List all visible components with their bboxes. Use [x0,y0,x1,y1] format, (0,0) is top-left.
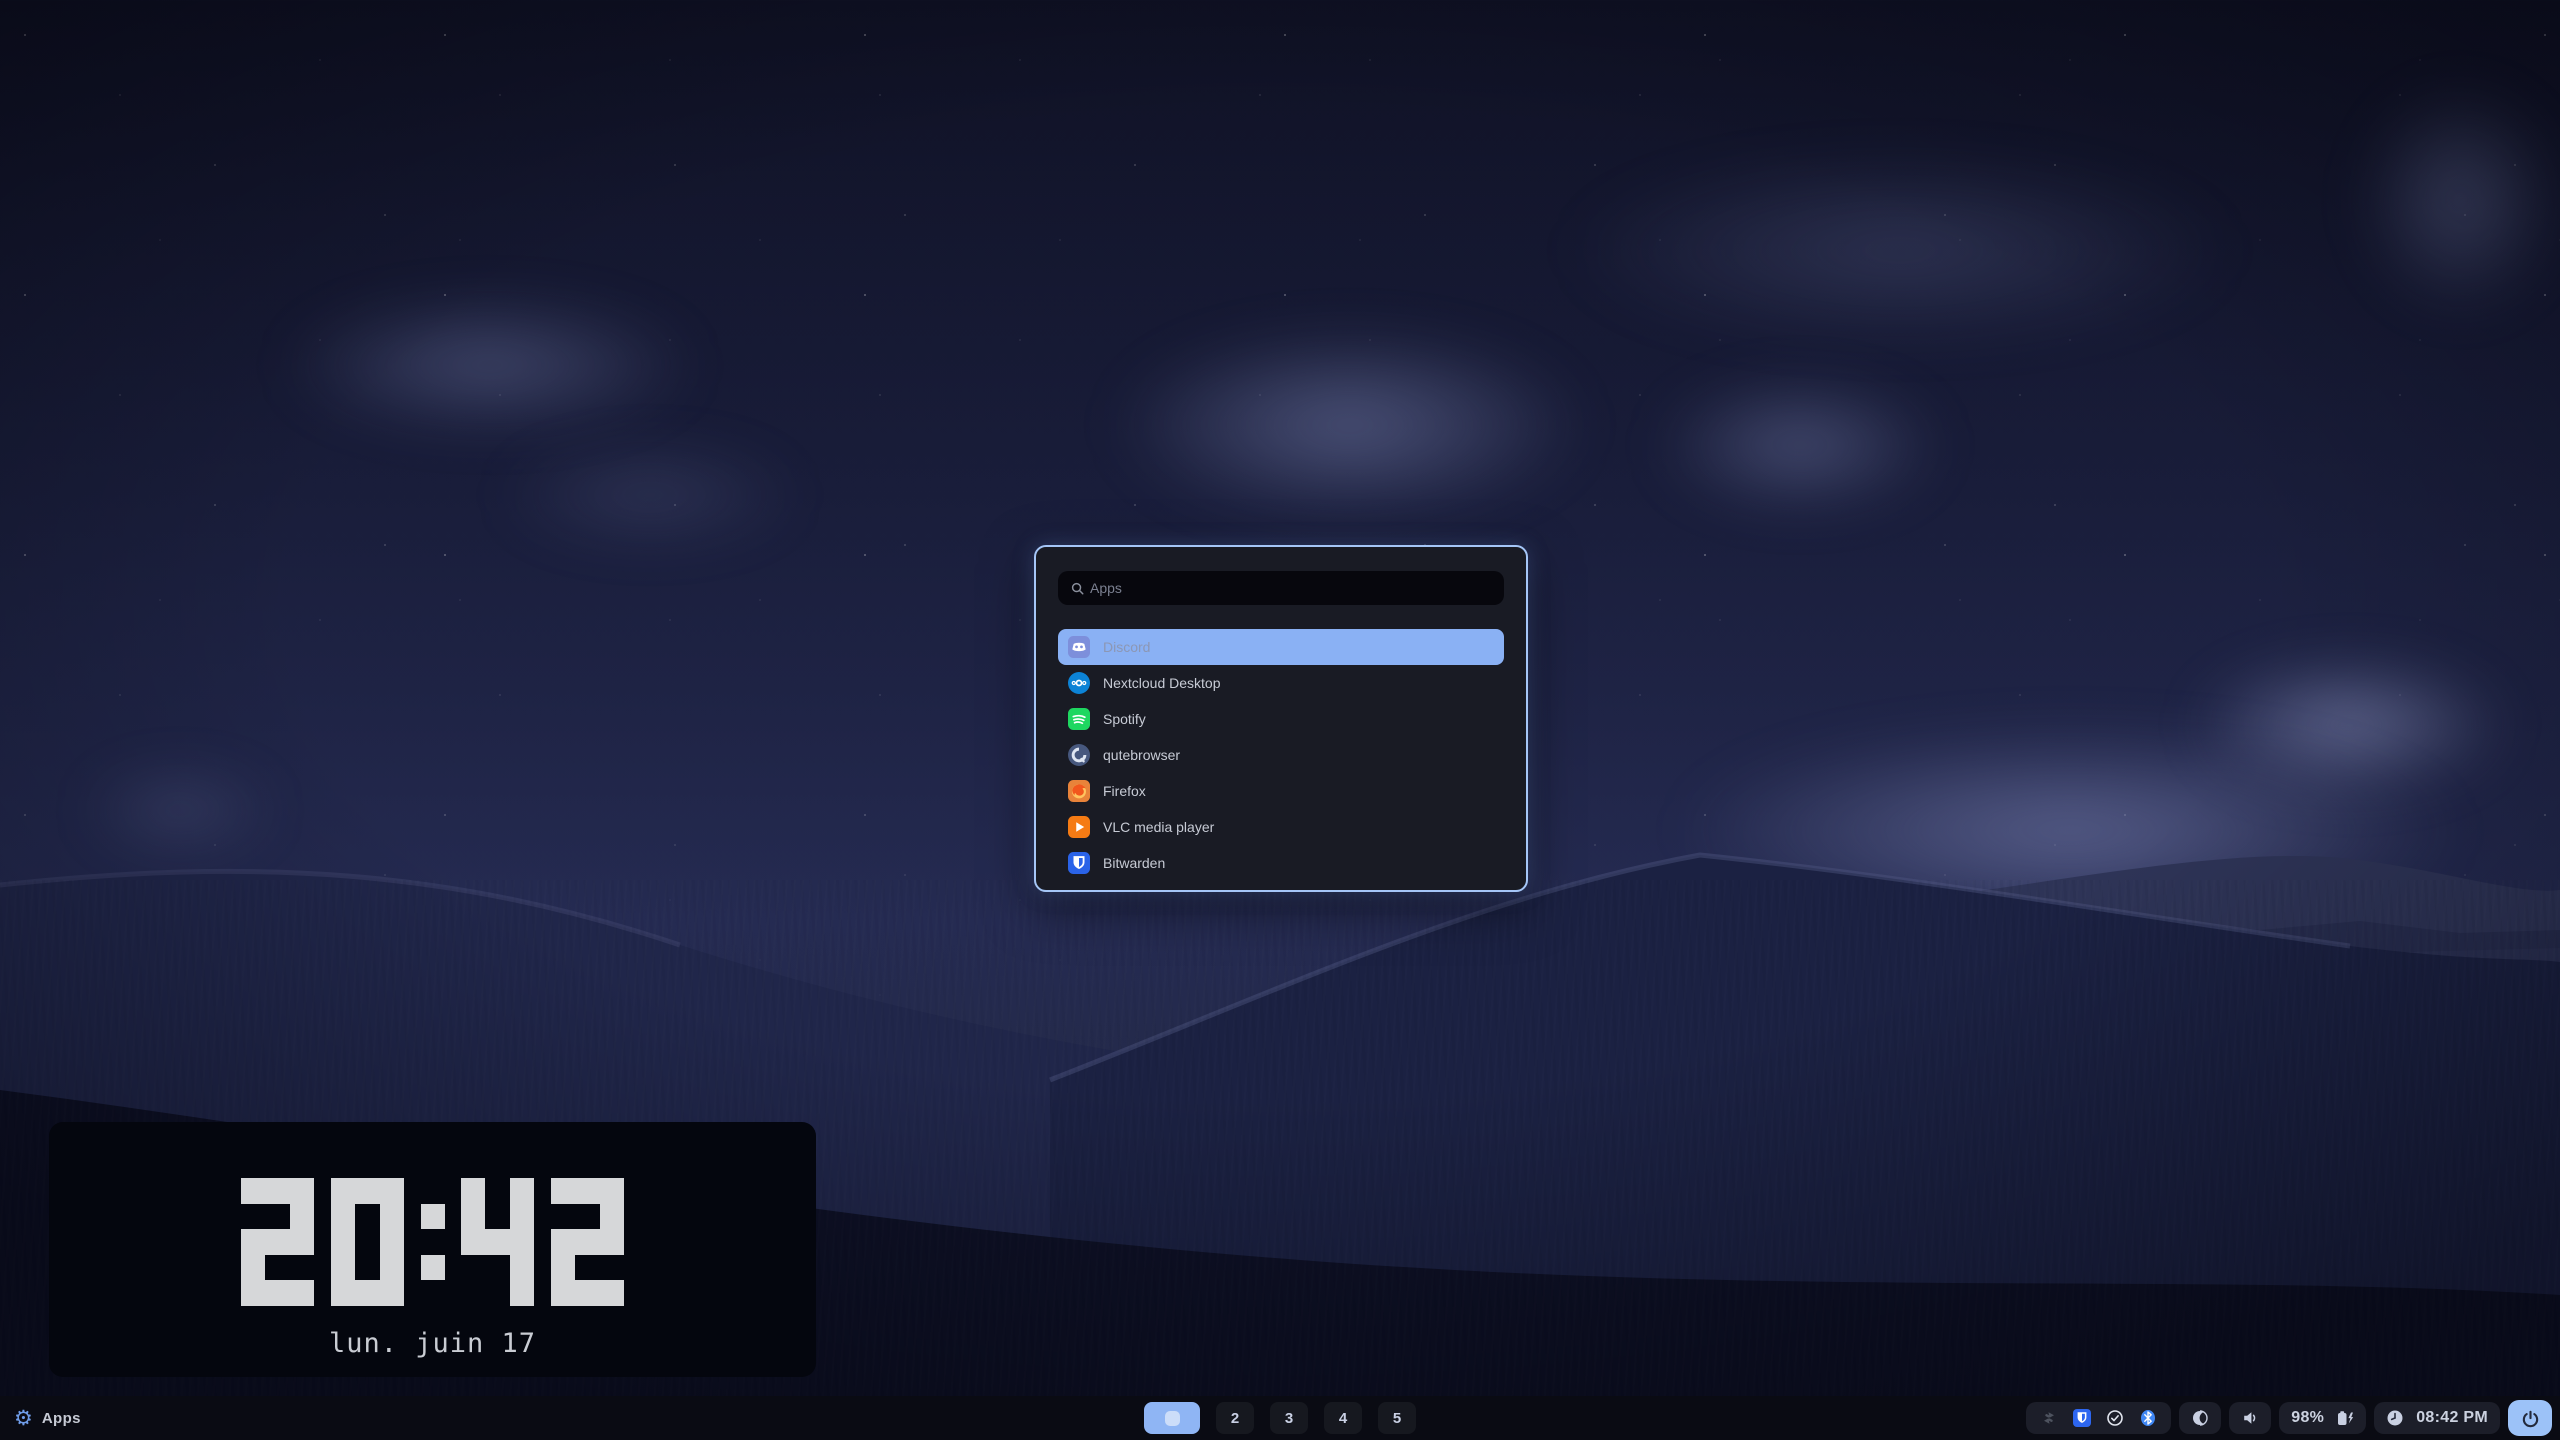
launcher-item-label: Discord [1103,639,1150,655]
power-icon [2521,1409,2540,1428]
launcher-item-label: Bitwarden [1103,855,1165,871]
launcher-item-discord[interactable]: Discord [1058,629,1504,665]
workspace-4[interactable]: 4 [1324,1402,1362,1434]
apps-button-label: Apps [42,1410,81,1427]
spotify-icon [1068,708,1090,730]
battery-pill[interactable]: 98% [2279,1402,2366,1434]
discord-icon [1068,636,1090,658]
cloud [1540,690,2560,970]
launcher-item-bitwarden[interactable]: Bitwarden [1058,845,1504,881]
bluetooth-icon[interactable] [2139,1409,2157,1427]
launcher-item-firefox[interactable]: Firefox [1058,773,1504,809]
search-icon [1070,581,1085,596]
system-tray-area: 98% 08:42 PM [2026,1396,2552,1440]
night-light-pill[interactable] [2179,1402,2221,1434]
workspace-1[interactable] [1144,1402,1200,1434]
search-placeholder: Apps [1090,580,1122,596]
cloud [200,270,780,460]
cloud [1600,350,2000,540]
sync-icon[interactable] [2040,1409,2058,1427]
cloud [430,420,870,570]
vlc-icon [1068,816,1090,838]
workspace-2[interactable]: 2 [1216,1402,1254,1434]
app-launcher: Apps Discord Nextcloud Desktop [1034,545,1528,892]
cloud [2130,630,2560,820]
moon-icon [2191,1409,2209,1427]
clock-widget: lun. juin 17 [49,1122,816,1377]
launcher-item-label: Nextcloud Desktop [1103,675,1221,691]
launcher-item-label: Spotify [1103,711,1146,727]
firefox-icon [1068,780,1090,802]
battery-percent: 98% [2291,1409,2324,1427]
workspace-5[interactable]: 5 [1378,1402,1416,1434]
big-clock-digits [241,1178,625,1306]
app-list: Discord Nextcloud Desktop Spotify [1058,629,1504,881]
taskbar: ⚙ Apps 2 3 4 5 [0,1396,2560,1440]
bitwarden-icon [1068,852,1090,874]
cloud [1450,120,2350,380]
volume-pill[interactable] [2229,1402,2271,1434]
gear-icon: ⚙ [14,1408,33,1429]
workspace-3[interactable]: 3 [1270,1402,1308,1434]
launcher-item-qutebrowser[interactable]: qutebrowser [1058,737,1504,773]
launcher-item-label: qutebrowser [1103,747,1180,763]
launcher-item-label: VLC media player [1103,819,1214,835]
check-circle-icon[interactable] [2106,1409,2124,1427]
launcher-item-vlc[interactable]: VLC media player [1058,809,1504,845]
bitwarden-tray-icon[interactable] [2073,1409,2091,1427]
tray-icons-pill [2026,1402,2171,1434]
clock-pill[interactable]: 08:42 PM [2374,1402,2500,1434]
cloud [1020,290,1680,560]
bar-time: 08:42 PM [2416,1409,2488,1427]
clock-date: lun. juin 17 [329,1328,536,1359]
launcher-item-nextcloud[interactable]: Nextcloud Desktop [1058,665,1504,701]
speaker-icon [2241,1409,2259,1427]
launcher-item-label: Firefox [1103,783,1146,799]
nextcloud-icon [1068,672,1090,694]
cloud [2320,40,2560,360]
search-input[interactable]: Apps [1058,571,1504,605]
battery-charging-icon [2336,1409,2354,1427]
clock-icon [2386,1409,2404,1427]
active-workspace-indicator [1165,1411,1180,1426]
apps-button[interactable]: ⚙ Apps [14,1396,81,1440]
power-button[interactable] [2508,1400,2552,1436]
cloud [40,750,320,870]
workspace-switcher: 2 3 4 5 [1144,1396,1416,1440]
qutebrowser-icon [1068,744,1090,766]
launcher-item-spotify[interactable]: Spotify [1058,701,1504,737]
